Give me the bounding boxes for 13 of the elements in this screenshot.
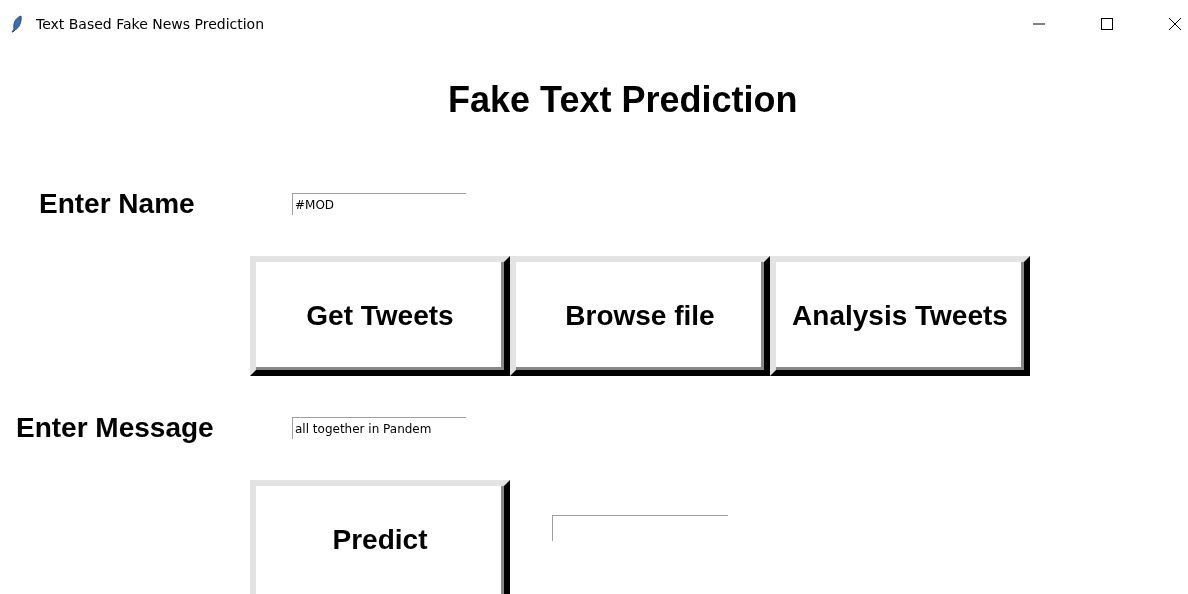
action-button[interactable]: Browse file — [510, 256, 770, 376]
window-title: Text Based Fake News Prediction — [36, 16, 265, 32]
predict-button[interactable]: Predict — [250, 480, 510, 594]
name-field[interactable]: #MOD — [292, 193, 466, 215]
action-button[interactable]: Analysis Tweets — [770, 256, 1030, 376]
name-label: Enter Name — [39, 188, 196, 220]
page-heading: Fake Text Prediction — [448, 78, 798, 122]
feather-icon — [11, 15, 23, 33]
close-icon[interactable] — [1168, 17, 1182, 31]
action-button[interactable]: Get Tweets — [250, 256, 510, 376]
message-label: Enter Message — [16, 412, 215, 444]
maximize-icon[interactable] — [1100, 17, 1114, 31]
message-field[interactable]: all together in Pandem — [292, 417, 466, 439]
